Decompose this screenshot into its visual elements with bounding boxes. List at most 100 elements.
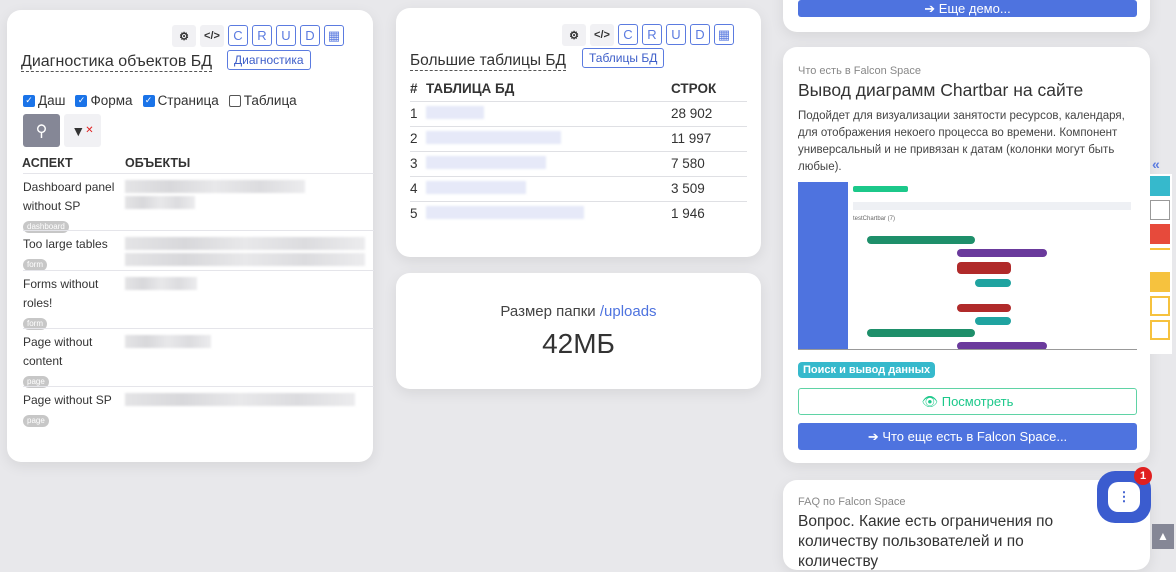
collapse-chevrons-icon[interactable]: « xyxy=(1152,156,1160,172)
settings-gears-icon[interactable]: ⚙ xyxy=(562,24,586,46)
demo-card: ➔ Еще демо... xyxy=(783,0,1150,32)
col-num: # xyxy=(410,80,418,96)
code-icon[interactable]: </> xyxy=(590,24,614,46)
aspect-text: Forms without roles! xyxy=(23,277,99,310)
row-num: 1 xyxy=(410,100,426,126)
col-objects: ОБЪЕКТЫ xyxy=(125,156,191,170)
checkbox-label: Таблица xyxy=(243,93,297,108)
chat-notification-badge: 1 xyxy=(1134,467,1152,485)
aspect-text: Page without content xyxy=(23,335,93,368)
feature-title[interactable]: Вывод диаграмм Chartbar на сайте xyxy=(798,80,1083,101)
type-pill: page xyxy=(23,415,49,427)
chat-icon: ⋮ xyxy=(1108,482,1140,512)
folder-size: 42МБ xyxy=(542,328,615,359)
folder-label: Размер папки xyxy=(500,303,600,320)
row-num: 2 xyxy=(410,125,426,151)
delete-button[interactable]: D xyxy=(300,25,320,46)
table-row[interactable]: 5 1 946 xyxy=(410,200,747,226)
row-count: 3 509 xyxy=(671,175,747,201)
table-name-redacted xyxy=(426,155,546,169)
checkbox-table[interactable]: Таблица xyxy=(228,93,297,108)
table-row: Page without SP page xyxy=(23,386,374,427)
table-name-redacted xyxy=(426,205,584,219)
faq-card: FAQ по Falcon Space Вопрос. Какие есть о… xyxy=(783,480,1150,570)
table-icon[interactable]: ▦ xyxy=(324,25,344,46)
checkbox-dash[interactable]: ✓ Даш xyxy=(23,93,65,108)
table-name-redacted xyxy=(426,105,484,119)
tables-tag[interactable]: Таблицы БД xyxy=(582,48,665,68)
row-count: 7 580 xyxy=(671,150,747,176)
row-count: 11 997 xyxy=(671,125,747,151)
toolbar: ⚙ </> C R U D ▦ xyxy=(172,25,344,47)
list-icon[interactable] xyxy=(1150,296,1170,316)
feature-kicker: Что есть в Falcon Space xyxy=(798,65,922,77)
table-name-redacted xyxy=(426,130,561,144)
search-button[interactable]: ⚲ xyxy=(23,114,60,147)
chart-title: testChartbar (7) xyxy=(853,216,896,222)
row-num: 3 xyxy=(410,150,426,176)
checkbox-form[interactable]: ✓ Форма xyxy=(75,93,133,108)
uploads-link[interactable]: /uploads xyxy=(600,303,657,320)
row-num: 4 xyxy=(410,175,426,201)
table-row: Too large tables form xyxy=(23,230,374,271)
delete-button[interactable]: D xyxy=(690,24,710,45)
checkbox-page[interactable]: ✓ Страница xyxy=(142,93,219,108)
more-features-button[interactable]: ➔ Что еще есть в Falcon Space... xyxy=(798,423,1137,450)
chartbar-preview-image[interactable]: testChartbar (7) xyxy=(798,182,1137,350)
create-button[interactable]: C xyxy=(228,25,248,46)
row-count: 28 902 xyxy=(671,100,747,126)
view-button[interactable]: 👁 Посмотреть xyxy=(798,388,1137,415)
diagnostics-card: ⚙ </> C R U D ▦ Диагностика объектов БД … xyxy=(7,10,374,462)
table-icon[interactable]: ▦ xyxy=(714,24,734,45)
card-title[interactable]: Большие таблицы БД xyxy=(410,51,567,71)
folder-size-card: Размер папки /uploads 42МБ xyxy=(396,273,761,389)
filter-checkboxes: ✓ Даш ✓ Форма ✓ Страница Таблица xyxy=(23,93,297,108)
view-button-label: Посмотреть xyxy=(941,394,1014,409)
brackets-icon[interactable] xyxy=(1150,200,1170,220)
users-icon[interactable] xyxy=(1150,176,1170,196)
update-button[interactable]: U xyxy=(276,25,296,46)
read-button[interactable]: R xyxy=(642,24,662,45)
row-num: 5 xyxy=(410,200,426,226)
table-row: Forms without roles! form xyxy=(23,270,374,330)
feature-card: Что есть в Falcon Space Вывод диаграмм C… xyxy=(783,47,1150,463)
layout-icon[interactable] xyxy=(1150,248,1170,268)
toolbar: ⚙ </> C R U D ▦ xyxy=(562,24,734,46)
clear-filter-icon[interactable]: ▼ ✕ xyxy=(64,114,101,147)
create-button[interactable]: C xyxy=(618,24,638,45)
checkbox-label: Страница xyxy=(157,93,219,108)
settings-gears-icon[interactable]: ⚙ xyxy=(172,25,196,47)
eye-icon: 👁 xyxy=(921,393,942,409)
category-badge[interactable]: Поиск и вывод данных xyxy=(798,362,936,378)
folder-label-line: Размер папки /uploads xyxy=(396,303,761,320)
scroll-top-button[interactable]: ▲ xyxy=(1152,524,1174,549)
col-rows: СТРОК xyxy=(671,80,717,96)
card-title[interactable]: Диагностика объектов БД xyxy=(21,52,213,72)
window-icon[interactable] xyxy=(1150,320,1170,340)
type-pill: dashboard xyxy=(23,221,69,233)
checkbox-label: Форма xyxy=(90,93,133,108)
table-row[interactable]: 2 11 997 xyxy=(410,125,747,151)
code-icon[interactable]: </> xyxy=(200,25,224,47)
big-tables-table: # ТАБЛИЦА БД СТРОК 1 28 902 2 11 997 37 580 … xyxy=(410,76,747,226)
table-row: Dashboard panel without SP dashboard xyxy=(23,173,374,233)
big-tables-card: ⚙ </> C R U D ▦ Большие таблицы БД Табли… xyxy=(396,8,761,257)
more-demo-button[interactable]: ➔ Еще демо... xyxy=(798,0,1137,17)
bug-icon[interactable] xyxy=(1150,224,1170,244)
row-count: 1 946 xyxy=(671,200,747,226)
read-button[interactable]: R xyxy=(252,25,272,46)
diagnostics-tag[interactable]: Диагностика xyxy=(227,50,311,70)
aspect-text: Dashboard panel without SP xyxy=(23,180,115,213)
faq-title[interactable]: Вопрос. Какие есть ограничения по количе… xyxy=(798,512,1098,572)
col-table: ТАБЛИЦА БД xyxy=(426,80,515,96)
table-row[interactable]: 3 7 580 xyxy=(410,150,747,176)
update-button[interactable]: U xyxy=(666,24,686,45)
checkbox-label: Даш xyxy=(38,93,66,108)
aspect-text: Too large tables xyxy=(23,237,108,251)
table-name-redacted xyxy=(426,180,526,194)
aspect-text: Page without SP xyxy=(23,393,112,407)
code-tool-icon[interactable] xyxy=(1150,272,1170,292)
table-row[interactable]: 4 3 509 xyxy=(410,175,747,201)
feature-description: Подойдет для визуализации занятости ресу… xyxy=(798,110,1125,173)
table-row[interactable]: 1 28 902 xyxy=(410,100,747,126)
